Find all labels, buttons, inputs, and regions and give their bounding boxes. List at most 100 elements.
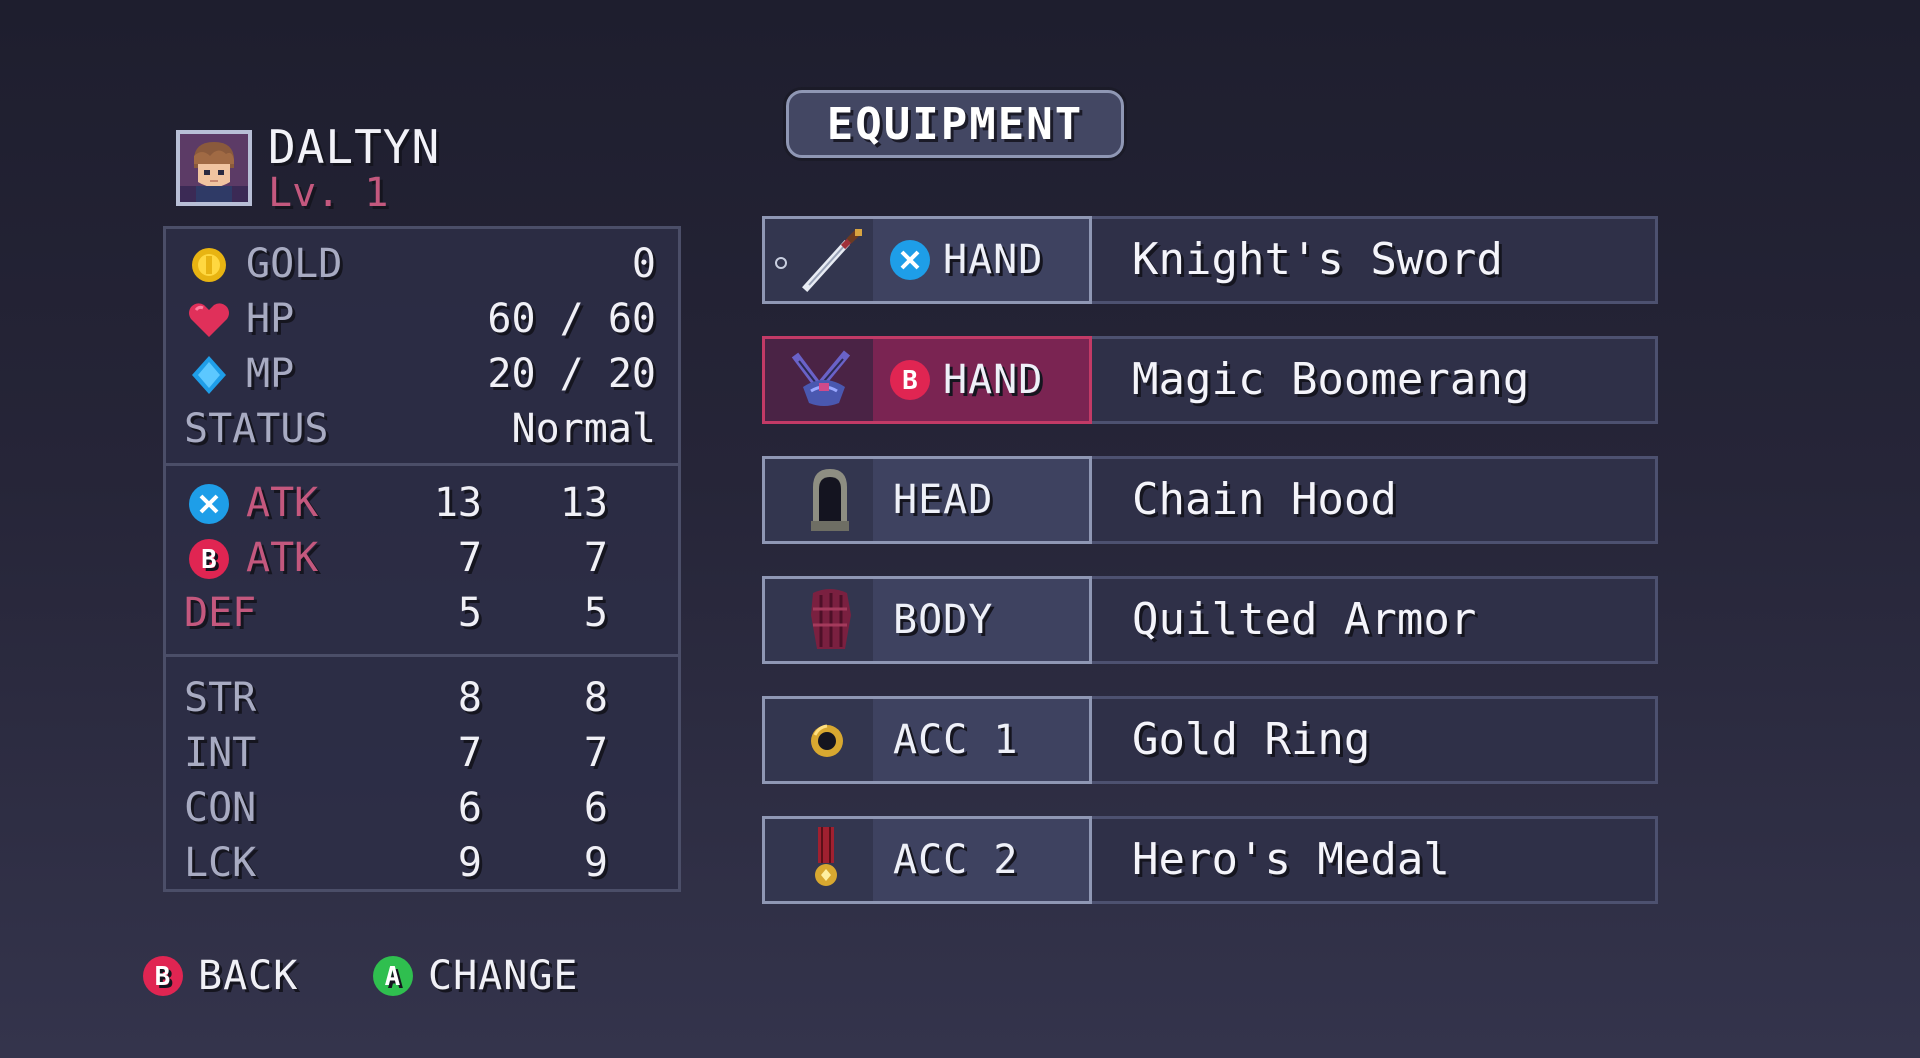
stat-row-b-atk: B ATK 7 7 (166, 533, 678, 583)
hood-icon (811, 469, 849, 531)
stat-row-lck: LCK 9 9 (166, 838, 678, 888)
slot-label: HEAD (893, 477, 994, 523)
a-button-icon: A (373, 956, 413, 996)
slot-label: HAND (943, 237, 1044, 283)
item-name: Magic Boomerang (1132, 354, 1530, 405)
status-label: STATUS (184, 406, 329, 452)
slot-icon-box (765, 219, 873, 301)
boomerang-icon (791, 350, 851, 406)
item-name: Hero's Medal (1132, 834, 1450, 885)
equip-slot-head[interactable]: HEAD Chain Hood (762, 456, 1658, 544)
equip-slot-acc-1[interactable]: ACC 1 Gold Ring (762, 696, 1658, 784)
change-button[interactable]: A CHANGE (370, 950, 670, 1002)
int-current: 7 (457, 730, 482, 776)
item-name: Knight's Sword (1132, 234, 1503, 285)
stat-row-mp: MP 20 / 20 (166, 349, 678, 399)
slot-label: ACC 2 (893, 837, 1019, 883)
equip-slot-hand-b[interactable]: B HAND Magic Boomerang (762, 336, 1658, 424)
stat-row-def: DEF 5 5 (166, 588, 678, 638)
item-name: Gold Ring (1132, 714, 1371, 765)
svg-text:B: B (201, 545, 217, 575)
lck-label: LCK (184, 840, 257, 886)
change-label: CHANGE (428, 953, 579, 999)
stats-resources: GOLD 0 HP 60 / 60 MP 20 / 20 STATUS Norm… (166, 229, 678, 466)
slot-item: Quilted Armor (1092, 576, 1658, 664)
back-button[interactable]: B BACK (140, 950, 360, 1002)
x-atk-label: ATK (246, 480, 319, 526)
equipment-screen: EQUIPMENT DALTYN Lv. 1 GOLD 0 HP 60 / 60… (0, 0, 1920, 1058)
slot-tab: ACC 1 (762, 696, 1092, 784)
medal-icon (815, 827, 837, 886)
armor-icon (811, 589, 851, 649)
slot-item: Hero's Medal (1092, 816, 1658, 904)
gold-coin-icon (192, 248, 226, 282)
slot-icon-box (765, 579, 873, 661)
back-label: BACK (198, 953, 299, 999)
slot-item: Magic Boomerang (1092, 336, 1658, 424)
svg-text:B: B (902, 366, 918, 396)
b-atk-current: 7 (457, 535, 482, 581)
b-atk-label: ATK (246, 535, 319, 581)
stat-row-x-atk: ATK 13 13 (166, 478, 678, 528)
heart-icon (189, 303, 229, 337)
x-atk-current: 13 (433, 480, 482, 526)
con-current: 6 (457, 785, 482, 831)
mp-value: 20 / 20 (487, 351, 656, 397)
stat-row-hp: HP 60 / 60 (166, 294, 678, 344)
character-portrait (176, 130, 252, 206)
selection-cursor-icon (775, 257, 787, 269)
stat-row-gold: GOLD 0 (166, 239, 678, 289)
slot-tab: HAND (762, 216, 1092, 304)
item-name: Quilted Armor (1132, 594, 1477, 645)
stat-row-con: CON 6 6 (166, 783, 678, 833)
str-new: 8 (583, 675, 608, 721)
def-label: DEF (184, 590, 257, 636)
mana-gem-icon (192, 356, 226, 394)
slot-label: HAND (943, 357, 1044, 403)
stat-row-status: STATUS Normal (166, 404, 678, 454)
int-new: 7 (583, 730, 608, 776)
lck-new: 9 (583, 840, 608, 886)
hp-value: 60 / 60 (487, 296, 656, 342)
slot-tab: ACC 2 (762, 816, 1092, 904)
equip-slot-body[interactable]: BODY Quilted Armor (762, 576, 1658, 664)
equip-slot-acc-2[interactable]: ACC 2 Hero's Medal (762, 816, 1658, 904)
slot-label: BODY (893, 597, 994, 643)
slot-icon-box (765, 819, 873, 901)
screen-title: EQUIPMENT (786, 90, 1124, 158)
character-level: Lv. 1 (268, 170, 389, 216)
x-atk-new: 13 (559, 480, 608, 526)
x-button-icon (890, 240, 930, 280)
item-name: Chain Hood (1132, 474, 1397, 525)
equip-slot-hand-x[interactable]: HAND Knight's Sword (762, 216, 1658, 304)
slot-icon-box (765, 699, 873, 781)
slot-icon-box (765, 459, 873, 541)
ring-icon (811, 724, 843, 757)
lck-current: 9 (457, 840, 482, 886)
stats-attributes: STR 8 8 INT 7 7 CON 6 6 LCK 9 9 (166, 657, 678, 895)
b-button-icon: B (890, 360, 930, 400)
def-current: 5 (457, 590, 482, 636)
svg-text:A: A (385, 962, 402, 992)
b-atk-new: 7 (583, 535, 608, 581)
str-current: 8 (457, 675, 482, 721)
stats-combat: ATK 13 13 B ATK 7 7 DEF 5 5 (166, 466, 678, 657)
x-button-icon (189, 484, 229, 524)
slot-item: Knight's Sword (1092, 216, 1658, 304)
stat-row-str: STR 8 8 (166, 673, 678, 723)
hp-label: HP (246, 296, 295, 342)
slot-item: Gold Ring (1092, 696, 1658, 784)
b-button-icon: B (189, 539, 229, 579)
slot-label: ACC 1 (893, 717, 1019, 763)
character-name: DALTYN (268, 120, 441, 174)
gold-value: 0 (631, 241, 656, 287)
slot-item: Chain Hood (1092, 456, 1658, 544)
b-button-icon: B (143, 956, 183, 996)
gold-label: GOLD (246, 241, 343, 287)
sword-icon (802, 228, 862, 292)
mp-label: MP (246, 351, 295, 397)
str-label: STR (184, 675, 257, 721)
slot-tab: HEAD (762, 456, 1092, 544)
def-new: 5 (583, 590, 608, 636)
con-label: CON (184, 785, 257, 831)
